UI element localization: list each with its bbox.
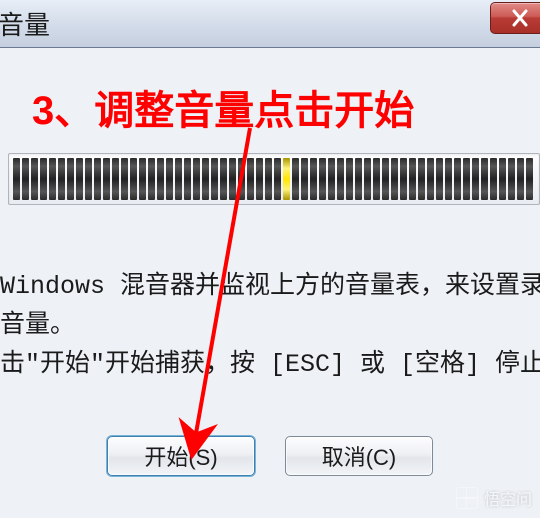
meter-tick: [22, 158, 29, 200]
meter-tick: [490, 158, 497, 200]
meter-tick: [391, 158, 398, 200]
titlebar: 音量: [0, 0, 540, 48]
meter-tick: [85, 158, 92, 200]
meter-tick: [400, 158, 407, 200]
meter-tick: [256, 158, 263, 200]
dialog-content: 3、调整音量点击开始 Windows 混音器并监视上方的音量表，来设置录 音量。…: [0, 48, 540, 516]
meter-tick: [499, 158, 506, 200]
meter-tick: [175, 158, 182, 200]
meter-tick: [121, 158, 128, 200]
window-title: 音量: [0, 5, 50, 42]
meter-tick: [265, 158, 272, 200]
meter-tick: [472, 158, 479, 200]
meter-tick: [436, 158, 443, 200]
meter-tick: [526, 158, 533, 200]
meter-tick: [346, 158, 353, 200]
meter-tick: [238, 158, 245, 200]
meter-tick: [382, 158, 389, 200]
watermark: 悟空问: [456, 486, 532, 510]
meter-tick: [13, 158, 20, 200]
meter-tick: [310, 158, 317, 200]
cancel-button[interactable]: 取消(C): [285, 436, 433, 476]
meter-tick: [67, 158, 74, 200]
annotation-text: 3、调整音量点击开始: [32, 78, 414, 136]
close-icon: [510, 7, 538, 29]
meter-tick: [166, 158, 173, 200]
meter-tick: [247, 158, 254, 200]
meter-tick: [148, 158, 155, 200]
volume-meter: [13, 158, 535, 200]
meter-tick: [130, 158, 137, 200]
meter-tick: [40, 158, 47, 200]
meter-tick: [211, 158, 218, 200]
meter-tick: [49, 158, 56, 200]
meter-tick: [103, 158, 110, 200]
meter-tick: [328, 158, 335, 200]
meter-tick: [319, 158, 326, 200]
button-row: 开始(S) 取消(C): [0, 436, 540, 476]
meter-tick: [454, 158, 461, 200]
start-button[interactable]: 开始(S): [107, 436, 255, 476]
instruction-text: Windows 混音器并监视上方的音量表，来设置录 音量。 击"开始"开始捕获，…: [0, 268, 540, 384]
meter-tick: [445, 158, 452, 200]
meter-tick: [94, 158, 101, 200]
meter-tick: [220, 158, 227, 200]
meter-tick: [427, 158, 434, 200]
meter-tick: [292, 158, 299, 200]
meter-tick: [355, 158, 362, 200]
meter-tick: [373, 158, 380, 200]
watermark-logo-icon: [456, 487, 478, 509]
meter-tick: [301, 158, 308, 200]
meter-tick: [193, 158, 200, 200]
meter-tick: [418, 158, 425, 200]
meter-tick: [184, 158, 191, 200]
meter-tick: [337, 158, 344, 200]
meter-tick: [157, 158, 164, 200]
meter-tick: [58, 158, 65, 200]
meter-tick: [76, 158, 83, 200]
meter-tick: [508, 158, 515, 200]
watermark-text: 悟空问: [484, 486, 532, 510]
meter-tick: [463, 158, 470, 200]
meter-tick: [481, 158, 488, 200]
meter-tick: [364, 158, 371, 200]
volume-meter-container: [8, 153, 540, 205]
meter-tick: [409, 158, 416, 200]
meter-tick: [517, 158, 524, 200]
close-button[interactable]: [490, 2, 540, 34]
meter-tick: [31, 158, 38, 200]
meter-tick: [139, 158, 146, 200]
meter-tick: [202, 158, 209, 200]
meter-tick: [274, 158, 281, 200]
meter-tick: [112, 158, 119, 200]
meter-tick: [229, 158, 236, 200]
meter-tick: [283, 158, 290, 200]
